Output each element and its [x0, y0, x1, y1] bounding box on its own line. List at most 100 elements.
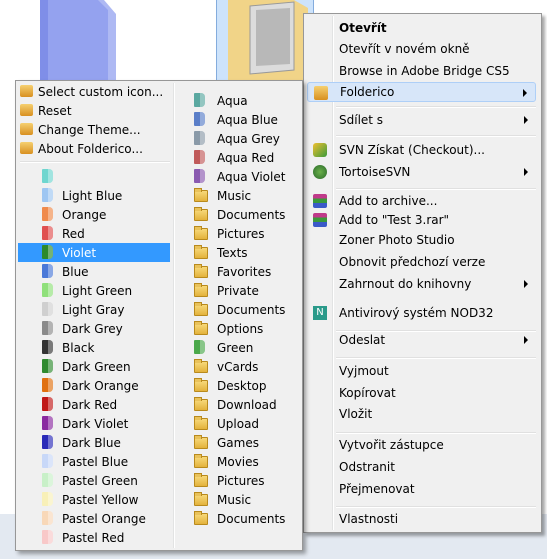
- context-menu-item-sd-let-s[interactable]: Sdílet s: [307, 110, 536, 130]
- theme-option-label: Upload: [217, 416, 260, 431]
- theme-option-documents[interactable]: Documents: [176, 300, 298, 319]
- menu-separator: [336, 135, 536, 137]
- context-menu-item-label: Otevřít v novém okně: [339, 42, 470, 56]
- color-option-label: Light Blue: [62, 188, 123, 203]
- color-option-label: Pastel Blue: [62, 454, 129, 469]
- color-option-pastel-red[interactable]: Pastel Red: [18, 528, 170, 547]
- color-option-orange[interactable]: Orange: [18, 205, 170, 224]
- context-menu-item-vlastnosti[interactable]: Vlastnosti: [307, 509, 536, 529]
- theme-option-green[interactable]: Green: [176, 338, 298, 357]
- color-option-label: Pastel Yellow: [62, 492, 139, 507]
- context-menu-item-antivirov-syst-m-nod32[interactable]: N Antivirový systém NOD32: [307, 303, 536, 323]
- color-option-teal[interactable]: [18, 167, 170, 186]
- color-option-label: Dark Violet: [62, 416, 129, 431]
- context-menu-item-otev-t[interactable]: Otevřít: [307, 18, 536, 38]
- context-menu-item-vyjmout[interactable]: Vyjmout: [307, 361, 536, 381]
- theme-option-private[interactable]: Private: [176, 281, 298, 300]
- context-menu-item-p-ejmenovat[interactable]: Přejmenovat: [307, 479, 536, 499]
- winrar-icon: [313, 213, 327, 227]
- context-menu-item-kop-rovat[interactable]: Kopírovat: [307, 383, 536, 403]
- documents-folder-icon: [194, 511, 208, 525]
- color-option-pastel-yellow[interactable]: Pastel Yellow: [18, 490, 170, 509]
- color-option-light-blue[interactable]: Light Blue: [18, 186, 170, 205]
- context-menu: Otevřít Otevřít v novém okně Browse in Ado…: [303, 13, 542, 533]
- color-option-dark-orange[interactable]: Dark Orange: [18, 376, 170, 395]
- color-option-label: Dark Orange: [62, 378, 139, 393]
- color-option-dark-green[interactable]: Dark Green: [18, 357, 170, 376]
- context-menu-item-folderico[interactable]: Folderico: [307, 82, 536, 102]
- context-menu-item-label: Otevřít: [339, 21, 387, 35]
- folderico-action-reset[interactable]: Reset: [18, 101, 170, 120]
- color-swatch-icon: [42, 530, 53, 544]
- color-option-red[interactable]: Red: [18, 224, 170, 243]
- theme-option-aqua[interactable]: Aqua: [176, 91, 298, 110]
- color-option-dark-blue[interactable]: Dark Blue: [18, 433, 170, 452]
- color-option-violet[interactable]: Violet: [18, 243, 170, 262]
- theme-option-upload[interactable]: Upload: [176, 414, 298, 433]
- favorites-folder-icon: [194, 264, 208, 278]
- context-menu-item-label: Add to "Test 3.rar": [339, 213, 450, 227]
- blue-folder-icon[interactable]: [38, 0, 118, 80]
- theme-option-music[interactable]: Music: [176, 186, 298, 205]
- theme-option-movies[interactable]: Movies: [176, 452, 298, 471]
- color-swatch-icon: [42, 473, 53, 487]
- theme-option-label: Music: [217, 492, 252, 507]
- theme-option-vcards[interactable]: vCards: [176, 357, 298, 376]
- context-menu-item-add-to-test-3-rar[interactable]: Add to "Test 3.rar": [307, 210, 536, 230]
- color-option-light-gray[interactable]: Light Gray: [18, 300, 170, 319]
- color-option-pastel-green[interactable]: Pastel Green: [18, 471, 170, 490]
- context-menu-item-odeslat[interactable]: Odeslat: [307, 330, 536, 350]
- texts-folder-icon: [194, 245, 208, 259]
- color-option-light-green[interactable]: Light Green: [18, 281, 170, 300]
- folderico-action-label: About Folderico...: [38, 141, 143, 156]
- context-menu-item-zoner-photo-studio[interactable]: Zoner Photo Studio: [307, 230, 536, 250]
- theme-option-documents[interactable]: Documents: [176, 509, 298, 528]
- folderico-action-change-theme[interactable]: Change Theme...: [18, 120, 170, 139]
- context-menu-item-vlo-it[interactable]: Vložit: [307, 404, 536, 424]
- folderico-action-about-folderico[interactable]: About Folderico...: [18, 139, 170, 158]
- color-option-pastel-orange[interactable]: Pastel Orange: [18, 509, 170, 528]
- context-menu-item-tortoisesvn[interactable]: TortoiseSVN: [307, 162, 536, 182]
- color-option-dark-violet[interactable]: Dark Violet: [18, 414, 170, 433]
- theme-option-aqua-blue[interactable]: Aqua Blue: [176, 110, 298, 129]
- folderico-action-label: Reset: [38, 103, 72, 118]
- color-option-black[interactable]: Black: [18, 338, 170, 357]
- color-option-blue[interactable]: Blue: [18, 262, 170, 281]
- theme-option-games[interactable]: Games: [176, 433, 298, 452]
- context-menu-item-svn-z-skat-checkout[interactable]: SVN Získat (Checkout)...: [307, 140, 536, 160]
- context-menu-item-odstranit[interactable]: Odstranit: [307, 457, 536, 477]
- context-menu-item-zahrnout-do-knihovny[interactable]: Zahrnout do knihovny: [307, 274, 536, 294]
- aqua-red-folder-icon: [194, 150, 205, 164]
- folderico-action-select-custom-icon[interactable]: Select custom icon...: [18, 82, 170, 101]
- color-option-label: Orange: [62, 207, 107, 222]
- theme-option-desktop[interactable]: Desktop: [176, 376, 298, 395]
- color-swatch-icon: [42, 416, 53, 430]
- theme-option-music[interactable]: Music: [176, 490, 298, 509]
- context-menu-item-vytvo-it-z-stupce[interactable]: Vytvořit zástupce: [307, 435, 536, 455]
- submenu-arrow-icon: [523, 89, 527, 97]
- color-swatch-icon: [42, 511, 53, 525]
- theme-option-aqua-red[interactable]: Aqua Red: [176, 148, 298, 167]
- color-option-dark-red[interactable]: Dark Red: [18, 395, 170, 414]
- theme-option-pictures[interactable]: Pictures: [176, 471, 298, 490]
- theme-option-pictures[interactable]: Pictures: [176, 224, 298, 243]
- color-option-pastel-blue[interactable]: Pastel Blue: [18, 452, 170, 471]
- context-menu-item-otev-t-v-nov-m-okn[interactable]: Otevřít v novém okně: [307, 39, 536, 59]
- theme-option-aqua-grey[interactable]: Aqua Grey: [176, 129, 298, 148]
- theme-option-aqua-violet[interactable]: Aqua Violet: [176, 167, 298, 186]
- theme-option-label: Pictures: [217, 473, 265, 488]
- theme-option-options[interactable]: Options: [176, 319, 298, 338]
- context-menu-item-label: Zahrnout do knihovny: [339, 277, 472, 291]
- submenu-arrow-icon: [524, 280, 528, 288]
- context-menu-item-add-to-archive[interactable]: Add to archive...: [307, 191, 536, 211]
- color-option-dark-grey[interactable]: Dark Grey: [18, 319, 170, 338]
- color-swatch-icon: [42, 264, 53, 278]
- theme-option-documents[interactable]: Documents: [176, 205, 298, 224]
- theme-option-texts[interactable]: Texts: [176, 243, 298, 262]
- theme-option-download[interactable]: Download: [176, 395, 298, 414]
- context-menu-item-obnovit-p-edchoz-verze[interactable]: Obnovit předchozí verze: [307, 252, 536, 272]
- theme-option-favorites[interactable]: Favorites: [176, 262, 298, 281]
- color-swatch-icon: [42, 245, 53, 259]
- theme-option-label: Aqua Grey: [217, 131, 280, 146]
- context-menu-item-browse-in-adobe-bridge-cs5[interactable]: Browse in Adobe Bridge CS5: [307, 61, 536, 81]
